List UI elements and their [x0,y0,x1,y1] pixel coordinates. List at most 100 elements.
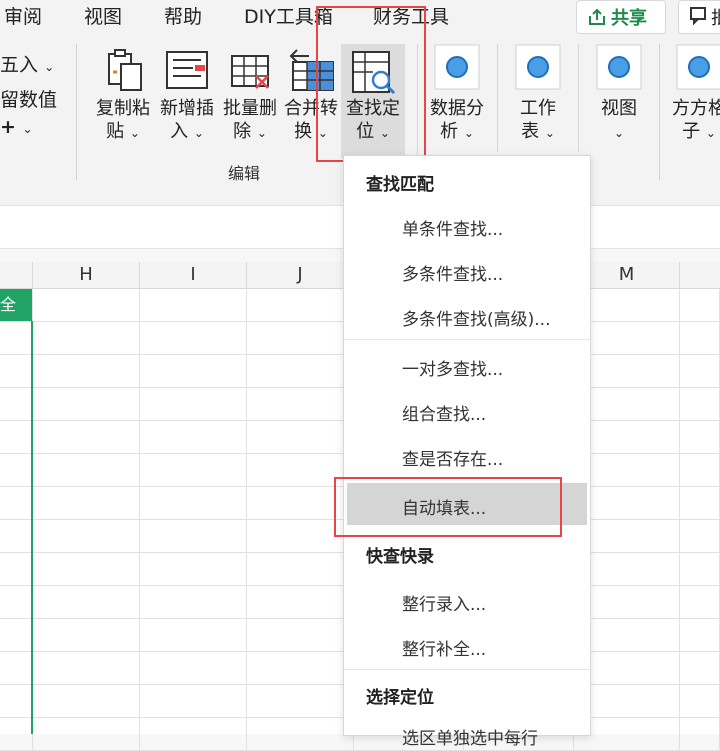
data-analysis-button[interactable]: 数据分 析 ⌄ [426,44,488,154]
grid-cell[interactable] [247,289,354,322]
grid-cell[interactable] [680,289,720,322]
grid-cell[interactable] [680,553,720,586]
grid-cell[interactable] [33,586,140,619]
grid-cell[interactable] [0,454,33,487]
grid-cell[interactable] [680,685,720,718]
grid-cell[interactable] [680,454,720,487]
menu-item-check-exists[interactable]: 查是否存在... [402,445,503,470]
grid-cell[interactable] [0,355,33,388]
grid-cell[interactable] [33,685,140,718]
insert-button[interactable]: 新增插 入 ⌄ [155,44,219,154]
grid-cell[interactable] [140,619,247,652]
grid-cell[interactable] [140,322,247,355]
grid-cell[interactable] [140,355,247,388]
grid-cell[interactable] [0,553,33,586]
grid-cell[interactable] [0,388,33,421]
plus-button[interactable]: + ⌄ [0,116,33,138]
grid-cell[interactable] [680,586,720,619]
grid-cell[interactable] [247,619,354,652]
batch-delete-button[interactable]: 批量删 除 ⌄ [219,44,281,154]
keep-values-button[interactable]: 留数值 [0,85,57,112]
grid-cell[interactable] [140,652,247,685]
grid-cell[interactable] [680,487,720,520]
tab-view[interactable]: 视图 [84,2,122,29]
grid-cell[interactable] [0,652,33,685]
grid-cell[interactable] [33,388,140,421]
menu-item-multi-condition[interactable]: 多条件查找... [402,260,503,285]
grid-cell[interactable] [33,355,140,388]
grid-cell[interactable] [0,586,33,619]
grid-cell[interactable] [680,652,720,685]
fangfang-button[interactable]: 方方格 子 ⌄ [668,44,720,154]
grid-cell[interactable] [140,487,247,520]
grid-cell[interactable] [0,520,33,553]
grid-cell[interactable] [247,355,354,388]
comment-button[interactable]: 批 [678,0,720,34]
menu-item-single-condition[interactable]: 单条件查找... [402,215,503,240]
column-header-hidden[interactable] [0,262,33,289]
copy-paste-button[interactable]: 复制粘 贴 ⌄ [91,44,155,154]
grid-cell[interactable] [140,586,247,619]
tab-review[interactable]: 审阅 [4,2,42,29]
grid-cell[interactable] [140,718,247,751]
grid-cell[interactable] [33,652,140,685]
grid-cell[interactable] [140,421,247,454]
grid-cell[interactable] [247,718,354,751]
menu-item-row-complete[interactable]: 整行补全... [402,635,486,660]
menu-item-one-to-many[interactable]: 一对多查找... [402,355,503,380]
grid-cell[interactable] [33,619,140,652]
column-header-j[interactable]: J [247,262,354,289]
grid-cell[interactable] [680,421,720,454]
menu-item-select-each-row[interactable]: 选区单独选中每行 [402,724,538,749]
grid-cell[interactable] [140,685,247,718]
grid-cell[interactable] [680,322,720,355]
grid-cell[interactable] [140,454,247,487]
grid-cell[interactable] [140,289,247,322]
grid-cell[interactable] [33,289,140,322]
grid-cell[interactable] [33,487,140,520]
column-header-i[interactable]: I [140,262,247,289]
grid-cell[interactable] [140,553,247,586]
grid-cell[interactable] [247,553,354,586]
grid-cell[interactable] [247,322,354,355]
copy-paste-label2: 贴 [106,121,125,142]
tab-help[interactable]: 帮助 [164,2,202,29]
grid-cell[interactable] [140,520,247,553]
worksheet-button[interactable]: 工作 表 ⌄ [507,44,569,154]
chevron-down-icon: ⌄ [544,126,555,140]
grid-cell[interactable] [0,619,33,652]
grid-cell[interactable] [247,652,354,685]
grid-cell[interactable] [680,718,720,751]
column-header-n[interactable] [680,262,720,289]
grid-cell[interactable] [33,520,140,553]
grid-cell[interactable] [680,355,720,388]
grid-cell[interactable] [0,718,33,751]
grid-cell[interactable] [247,586,354,619]
grid-cell[interactable] [140,388,247,421]
grid-cell[interactable] [33,553,140,586]
batch-delete-line2: 除 ⌄ [219,121,281,144]
round-button[interactable]: 五入 ⌄ [0,50,54,77]
selected-cell[interactable]: 全 [0,289,32,321]
view-button[interactable]: 视图 ⌄ [588,44,650,154]
grid-cell[interactable] [680,388,720,421]
insert-line2: 入 ⌄ [155,121,219,144]
menu-item-row-entry[interactable]: 整行录入... [402,590,486,615]
menu-item-multi-condition-advanced[interactable]: 多条件查找(高级)... [402,305,550,330]
grid-cell[interactable] [247,388,354,421]
grid-cell[interactable] [247,421,354,454]
grid-cell[interactable] [33,322,140,355]
column-header-h[interactable]: H [33,262,140,289]
grid-cell[interactable] [0,322,33,355]
grid-cell[interactable] [33,421,140,454]
share-button[interactable]: 共享 [576,0,666,34]
grid-cell[interactable] [33,454,140,487]
menu-item-combo-find[interactable]: 组合查找... [402,400,486,425]
grid-cell[interactable] [0,685,33,718]
grid-cell[interactable] [33,718,140,751]
grid-cell[interactable] [247,685,354,718]
grid-cell[interactable] [0,421,33,454]
grid-cell[interactable] [680,619,720,652]
grid-cell[interactable] [680,520,720,553]
grid-cell[interactable] [0,487,33,520]
